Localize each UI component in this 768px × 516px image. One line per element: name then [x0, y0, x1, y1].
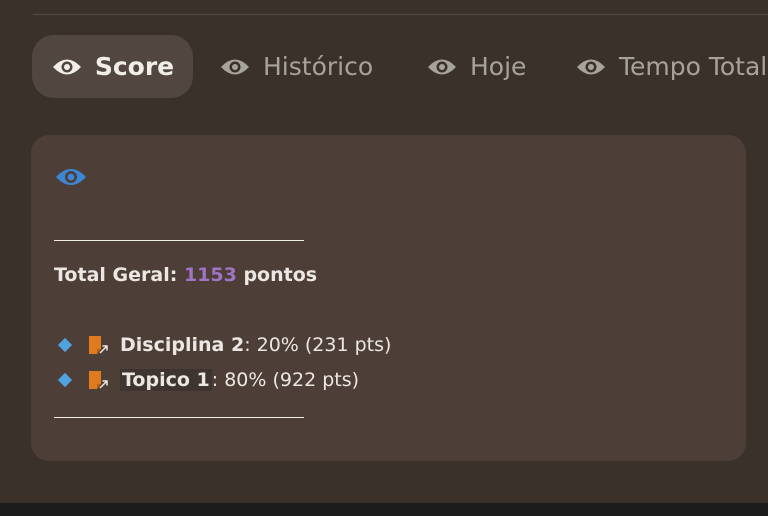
note-link-icon[interactable]	[86, 369, 110, 391]
eye-icon[interactable]	[54, 165, 88, 189]
eye-icon	[51, 56, 83, 78]
list-item: Topico 1 : 80% (922 pts)	[57, 369, 360, 391]
total-unit: pontos	[243, 264, 318, 286]
eye-icon	[575, 56, 607, 78]
tab-label: Tempo Total	[619, 52, 768, 81]
tab-hoje[interactable]: Hoje	[426, 35, 526, 98]
item-detail: : 80% (922 pts)	[211, 369, 360, 391]
item-detail: : 20% (231 pts)	[244, 334, 392, 356]
tab-historico[interactable]: Histórico	[219, 35, 373, 98]
bottom-bar	[0, 503, 768, 516]
tab-score[interactable]: Score	[32, 35, 193, 98]
tab-label: Hoje	[470, 52, 527, 81]
eye-icon	[219, 56, 251, 78]
note-link-icon[interactable]	[86, 334, 110, 356]
bullet-icon	[57, 372, 73, 388]
divider-bottom	[54, 417, 304, 418]
tab-label: Score	[94, 52, 175, 81]
list-item: Disciplina 2 : 20% (231 pts)	[57, 334, 392, 356]
tab-label: Histórico	[263, 52, 374, 81]
divider-top	[54, 240, 304, 241]
total-label: Total Geral:	[54, 264, 178, 286]
item-name[interactable]: Disciplina 2	[120, 334, 244, 356]
eye-icon	[426, 56, 458, 78]
score-card: Total Geral: 1153 pontos Disciplina 2 : …	[31, 135, 746, 461]
total-geral: Total Geral: 1153 pontos	[54, 264, 317, 286]
tab-tempo-total[interactable]: Tempo Total	[575, 35, 767, 98]
tab-bar: Score Histórico Hoje Tempo Total	[32, 35, 768, 98]
total-value: 1153	[183, 264, 237, 286]
item-name[interactable]: Topico 1	[120, 369, 212, 391]
top-divider	[33, 14, 768, 15]
bullet-icon	[57, 337, 73, 353]
